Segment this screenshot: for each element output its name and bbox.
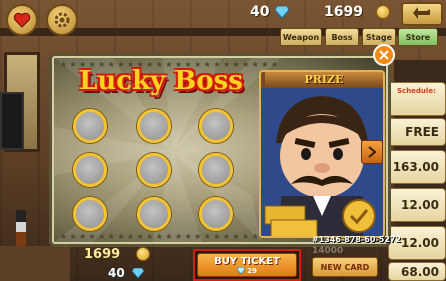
prize-label: PRIZE [265,72,383,88]
back-arrow-icon [413,7,430,19]
buy-ticket-face[interactable]: BUY TICKET 29 [197,253,297,277]
tab-store[interactable]: Store [398,28,438,46]
diamond-icon [275,6,289,18]
coin-icon [376,5,390,19]
bottom-coin-count: 1699 [84,247,121,262]
gear-icon [54,12,70,28]
scratch-slot[interactable] [73,153,107,187]
scratch-slot[interactable] [199,109,233,143]
lucky-boss-dialog: ★ ★ ★ ★ ★ ★ ★ ★ ★ ★ ★ ★ ★ ★ ★ ★ ★ ★ ★ ★ … [52,56,388,244]
bottom-gem-count: 40 [108,266,125,280]
heart-icon [13,12,31,28]
buy-ticket-label: BUY TICKET [214,255,280,267]
diamond-icon [237,267,246,274]
settings-button[interactable] [46,4,78,36]
scratch-slot[interactable] [137,153,171,187]
new-card-button[interactable]: NEW CARD [312,257,378,277]
diamond-icon [132,268,144,278]
next-prize-button[interactable] [361,140,383,164]
buy-ticket-cost-row: 29 [237,267,257,275]
scratch-slot[interactable] [137,109,171,143]
chevron-right-icon [368,146,376,158]
buy-ticket-button[interactable]: BUY TICKET 29 [193,249,301,281]
store-free-offer[interactable]: FREE [388,118,446,146]
profile-button[interactable] [6,4,38,36]
close-icon [379,50,389,60]
background-tv [0,92,24,150]
close-button[interactable] [373,44,395,66]
scratch-slot[interactable] [73,109,107,143]
tab-boss[interactable]: Boss [325,28,359,46]
background-table [0,246,70,281]
buy-ticket-cost: 29 [247,266,257,275]
dialog-title: Lucky Boss [79,66,243,96]
back-button[interactable] [401,2,443,26]
store-schedule-label: Schedule: [388,82,446,116]
store-price-item[interactable]: 12.00 [388,188,446,222]
coin-count: 1699 [324,4,363,20]
prize-id: #1346-878-60-5272 [312,235,402,244]
store-price-item[interactable]: 163.00 [388,150,446,184]
coin-icon [136,247,150,261]
tab-weapon[interactable]: Weapon [280,28,322,46]
scratch-slot[interactable] [199,197,233,231]
scratch-slot[interactable] [73,197,107,231]
tab-stage[interactable]: Stage [362,28,396,46]
gem-count: 40 [250,4,270,20]
background-bottle [16,210,26,250]
scratch-slot[interactable] [137,197,171,231]
faded-value: 14000 [312,246,344,256]
store-price-item[interactable]: 68.00 [388,262,446,281]
svg-text:★ ★ ★ ★ ★ ★ ★ ★ ★ ★ ★ ★ ★ ★ ★: ★ ★ ★ ★ ★ ★ ★ ★ ★ ★ ★ ★ ★ ★ ★ ★ ★ ★ ★ ★ … [60,232,278,241]
scratch-slot[interactable] [199,153,233,187]
